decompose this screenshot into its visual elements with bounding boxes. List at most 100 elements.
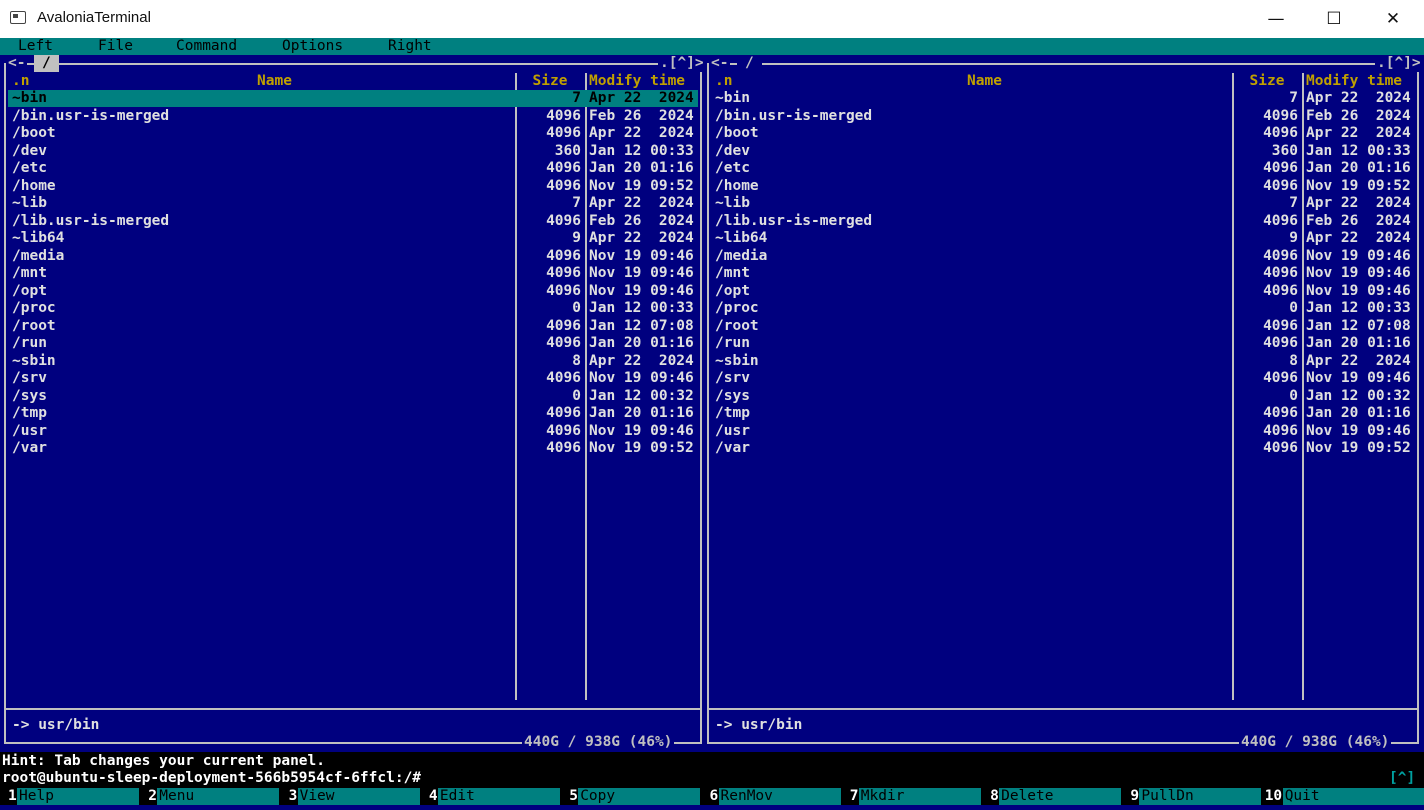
panel-nav-history[interactable]: .[^]> [658, 55, 706, 72]
file-row-name[interactable]: /proc [12, 300, 56, 317]
file-row-name[interactable]: ~sbin [715, 353, 759, 370]
fkey-label: RenMov [718, 788, 841, 805]
file-row-name[interactable]: /usr [715, 423, 750, 440]
file-row-name[interactable]: /dev [715, 143, 750, 160]
file-row-name[interactable]: /sys [12, 388, 47, 405]
column-header-size[interactable]: Size [1236, 73, 1298, 90]
file-row-name[interactable]: /var [715, 440, 750, 457]
file-row-name[interactable]: ~lib64 [12, 230, 64, 247]
file-row-name[interactable]: ~bin [12, 90, 47, 107]
fkey-copy[interactable]: 5 Copy [569, 788, 701, 805]
file-row-name[interactable]: /media [12, 248, 64, 265]
file-row-name[interactable]: /media [715, 248, 767, 265]
panel-path-title[interactable]: / [737, 55, 762, 72]
file-row-size: 4096 [546, 160, 581, 176]
file-row-name[interactable]: /opt [715, 283, 750, 300]
file-row-size: 4096 [1263, 422, 1298, 439]
file-row-size: 4096 [1263, 107, 1298, 124]
column-header-sort[interactable]: .n [12, 73, 29, 90]
fkey-mkdir[interactable]: 7 Mkdir [849, 788, 981, 805]
file-row-name[interactable]: ~lib [715, 195, 750, 212]
column-header-size[interactable]: Size [519, 73, 581, 90]
panel-nav-back[interactable]: <- [709, 55, 731, 72]
file-row-time: Jan 12 00:32 [1306, 387, 1411, 404]
file-row-name[interactable]: /bin.usr-is-merged [715, 108, 872, 125]
column-header-modify-time[interactable]: Modify time [589, 73, 685, 90]
panel-nav-back[interactable]: <- [6, 55, 28, 72]
file-row-name[interactable]: /root [715, 318, 759, 335]
file-row-name[interactable]: /tmp [715, 405, 750, 422]
file-row-size: 4096 [1263, 212, 1298, 229]
file-row-name[interactable]: /bin.usr-is-merged [12, 108, 169, 125]
file-row-name[interactable]: ~bin [715, 90, 750, 107]
file-row-name[interactable]: /opt [12, 283, 47, 300]
terminal-area[interactable]: Left File Command Options Right <- / .[^]>… [0, 38, 1424, 810]
file-row-name[interactable]: /etc [715, 160, 750, 177]
fkey-label: Mkdir [858, 788, 981, 805]
file-row-name[interactable]: /lib.usr-is-merged [715, 213, 872, 230]
fkey-help[interactable]: 1 Help [8, 788, 139, 805]
file-row-time: Feb 26 2024 [1306, 212, 1411, 229]
function-key-bar: 1 Help 2 Menu 3 View 4 Edit 5 Copy 6 RenMov 7 Mkdir 8 D… [0, 788, 1424, 805]
file-row-name[interactable]: /run [715, 335, 750, 352]
fkey-number: 7 [849, 788, 859, 804]
file-row-name[interactable]: /etc [12, 160, 47, 177]
fkey-quit[interactable]: 10 Quit [1265, 788, 1424, 805]
panel-nav-history[interactable]: .[^]> [1375, 55, 1423, 72]
file-row-size: 4096 [546, 125, 581, 141]
file-row-size: 4096 [546, 177, 581, 194]
minimize-button[interactable]: — [1247, 0, 1305, 38]
file-row-name[interactable]: /proc [715, 300, 759, 317]
menu-command[interactable]: Command [176, 38, 237, 55]
close-button[interactable]: ✕ [1364, 0, 1422, 38]
file-row-name[interactable]: /boot [715, 125, 759, 142]
prompt-scroll-indicator: [^] [1389, 770, 1416, 786]
file-row-name[interactable]: /dev [12, 143, 47, 160]
file-row-name[interactable]: /mnt [12, 265, 47, 282]
file-row-name[interactable]: /tmp [12, 405, 47, 422]
file-row-name[interactable]: /home [12, 178, 56, 195]
panel-info-separator [4, 708, 702, 710]
file-row-name[interactable]: /mnt [715, 265, 750, 282]
file-row-name[interactable]: ~lib64 [715, 230, 767, 247]
file-row-time: Apr 22 2024 [589, 230, 694, 246]
file-row-name[interactable]: /run [12, 335, 47, 352]
command-prompt[interactable]: root@ubuntu-sleep-deployment-566b5954cf-… [2, 770, 421, 787]
file-row-time: Nov 19 09:46 [589, 422, 694, 439]
file-row-name[interactable]: /srv [715, 370, 750, 387]
column-separator [515, 73, 517, 700]
file-row-name[interactable]: /sys [715, 388, 750, 405]
fkey-pulldn[interactable]: 9 PullDn [1130, 788, 1262, 805]
file-row-name[interactable]: /root [12, 318, 56, 335]
file-row-name[interactable]: /var [12, 440, 47, 457]
column-header-sort[interactable]: .n [715, 73, 732, 90]
file-row-name[interactable]: /srv [12, 370, 47, 387]
fkey-view[interactable]: 3 View [289, 788, 420, 805]
menu-file[interactable]: File [98, 38, 133, 55]
file-row-name[interactable]: /usr [12, 423, 47, 440]
file-row-size: 360 [554, 142, 581, 159]
file-row-size: 7 [572, 90, 581, 106]
file-row-time: Nov 19 09:46 [1306, 265, 1411, 281]
menu-left[interactable]: Left [18, 38, 53, 55]
file-row-time: Feb 26 2024 [1306, 107, 1411, 124]
menu-options[interactable]: Options [282, 38, 343, 55]
file-row-time: Jan 12 00:33 [1306, 300, 1411, 316]
maximize-button[interactable]: ☐ [1305, 0, 1363, 38]
file-row-name[interactable]: ~lib [12, 195, 47, 212]
file-row-name[interactable]: /home [715, 178, 759, 195]
column-header-name[interactable]: Name [737, 73, 1232, 90]
fkey-menu[interactable]: 2 Menu [148, 788, 280, 805]
column-header-name[interactable]: Name [34, 73, 515, 90]
menu-right[interactable]: Right [388, 38, 432, 55]
file-row-time: Jan 12 07:08 [589, 317, 694, 334]
file-row-size: 4096 [1263, 317, 1298, 334]
fkey-delete[interactable]: 8 Delete [990, 788, 1122, 805]
file-row-name[interactable]: ~sbin [12, 353, 56, 370]
fkey-renmov[interactable]: 6 RenMov [710, 788, 841, 805]
fkey-edit[interactable]: 4 Edit [429, 788, 560, 805]
panel-path-title[interactable]: / [34, 55, 59, 72]
file-row-name[interactable]: /boot [12, 125, 56, 142]
file-row-name[interactable]: /lib.usr-is-merged [12, 213, 169, 230]
column-header-modify-time[interactable]: Modify time [1306, 73, 1402, 90]
